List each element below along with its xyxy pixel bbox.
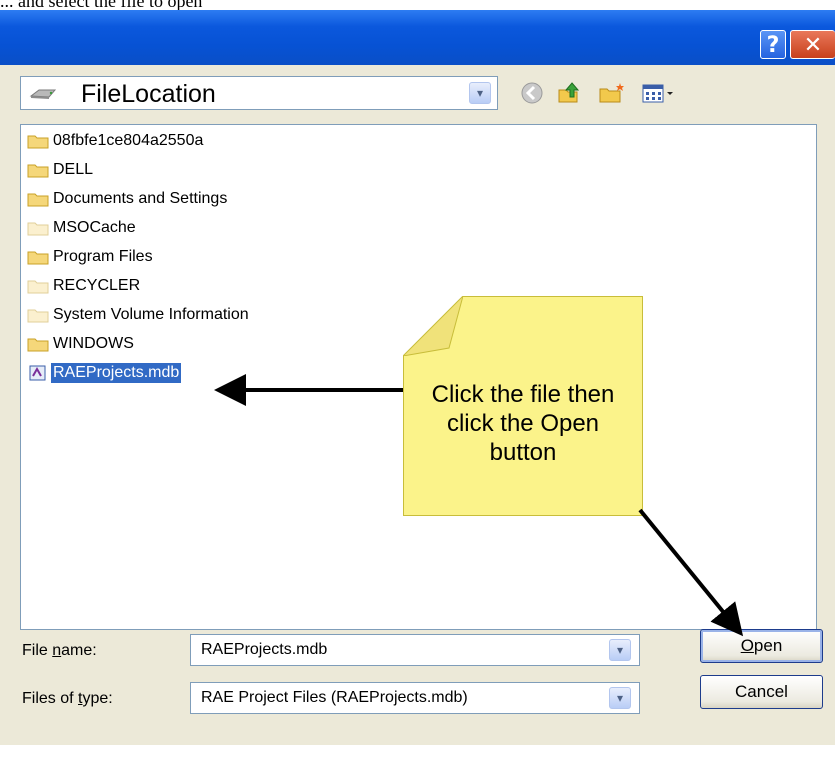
note-folded-corner	[403, 296, 463, 356]
folder-icon	[27, 135, 49, 149]
file-type-label: Files of type:	[22, 690, 113, 707]
list-item-label: Program Files	[53, 248, 153, 265]
list-item-label: WINDOWS	[53, 335, 134, 352]
list-item[interactable]: WINDOWS	[27, 332, 136, 356]
list-item-label: 08fbfe1ce804a2550a	[53, 132, 204, 149]
look-in-value: FileLocation	[81, 80, 216, 108]
database-file-icon	[29, 365, 46, 381]
hidden-folder-icon	[27, 280, 49, 294]
list-item[interactable]: 08fbfe1ce804a2550a	[27, 129, 205, 153]
callout-text: Click the file then click the Open butto…	[431, 381, 615, 466]
list-item-label: DELL	[53, 161, 94, 178]
file-name-label: File name:	[22, 642, 97, 659]
back-icon[interactable]	[520, 81, 544, 105]
list-item[interactable]: RECYCLER	[27, 274, 142, 298]
caption-top-text: ... and select the file to open	[0, 0, 203, 11]
views-menu-icon[interactable]	[640, 81, 680, 105]
hidden-folder-icon	[27, 222, 49, 236]
file-type-value: RAE Project Files (RAEProjects.mdb)	[201, 689, 468, 706]
up-folder-icon[interactable]	[556, 81, 582, 105]
hidden-folder-icon	[27, 309, 49, 323]
list-item-selected[interactable]: RAEProjects.mdb	[27, 361, 182, 385]
list-item-label: RECYCLER	[53, 277, 141, 294]
drive-icon	[29, 89, 57, 99]
new-folder-icon[interactable]	[598, 81, 626, 105]
list-item[interactable]: System Volume Information	[27, 303, 251, 327]
folder-icon	[27, 193, 49, 207]
list-item-label: RAEProjects.mdb	[51, 363, 182, 383]
folder-icon	[27, 164, 49, 178]
list-item[interactable]: Documents and Settings	[27, 187, 229, 211]
look-in-dropdown-button[interactable]: ▾	[469, 82, 491, 104]
cancel-button[interactable]: Cancel	[700, 675, 823, 709]
bottom-edge	[0, 745, 835, 757]
list-item[interactable]: DELL	[27, 158, 95, 182]
list-item-label: Documents and Settings	[53, 190, 228, 207]
list-item-label: MSOCache	[53, 219, 136, 236]
file-name-dropdown-button[interactable]: ▾	[609, 639, 631, 661]
close-button[interactable]: ✕	[790, 30, 835, 59]
list-item[interactable]: Program Files	[27, 245, 155, 269]
open-button[interactable]: Open	[700, 629, 823, 663]
file-name-value: RAEProjects.mdb	[201, 641, 328, 658]
window-titlebar: ? ✕	[0, 10, 835, 65]
file-name-field[interactable]: RAEProjects.mdb ▾	[190, 634, 640, 666]
folder-icon	[27, 251, 49, 265]
file-type-dropdown-button[interactable]: ▾	[609, 687, 631, 709]
list-item[interactable]: MSOCache	[27, 216, 138, 240]
file-type-select[interactable]: RAE Project Files (RAEProjects.mdb) ▾	[190, 682, 640, 714]
help-button[interactable]: ?	[760, 30, 786, 59]
list-item-label: System Volume Information	[53, 306, 249, 323]
folder-icon	[27, 338, 49, 352]
look-in-combobox[interactable]: FileLocation ▾	[20, 76, 498, 110]
